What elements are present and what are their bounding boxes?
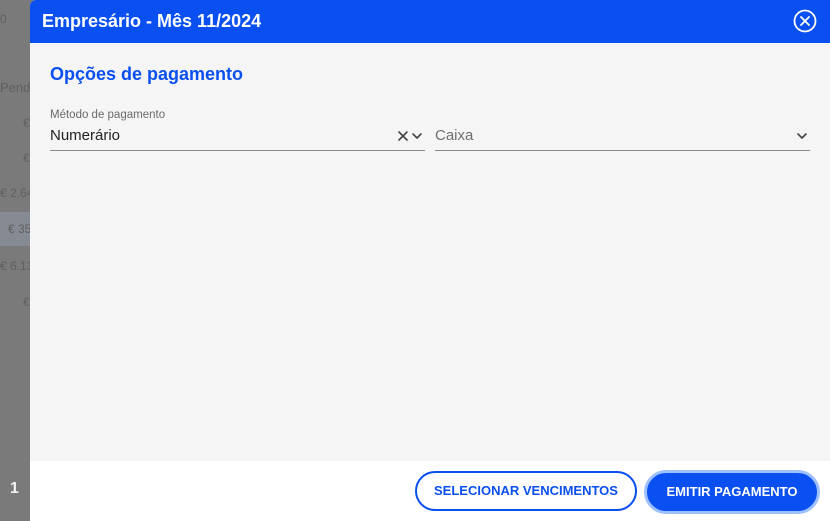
cash-account-placeholder: Caixa bbox=[435, 127, 474, 144]
select-due-dates-button[interactable]: SELECIONAR VENCIMENTOS bbox=[415, 471, 637, 511]
field-underline bbox=[50, 150, 425, 151]
background-cell: € 2.64 bbox=[0, 186, 34, 200]
background-cell: € bbox=[23, 295, 30, 309]
background-cell: € 35 bbox=[8, 222, 32, 236]
payment-method-label: Método de pagamento bbox=[50, 109, 166, 121]
background-cell: € bbox=[23, 151, 30, 165]
background-cell: € bbox=[23, 116, 30, 130]
field-underline bbox=[435, 150, 810, 151]
background-column-header: Pend bbox=[0, 80, 31, 95]
payment-method-select[interactable]: Método de pagamento Numerário bbox=[50, 109, 425, 151]
section-title: Opções de pagamento bbox=[50, 64, 244, 84]
modal-header: Empresário - Mês 11/2024 bbox=[30, 0, 830, 43]
close-icon[interactable] bbox=[793, 9, 817, 33]
payment-modal: Empresário - Mês 11/2024 Opções de pagam… bbox=[30, 0, 830, 521]
chevron-down-icon[interactable] bbox=[411, 129, 423, 141]
payment-method-value: Numerário bbox=[50, 127, 121, 144]
chevron-down-icon[interactable] bbox=[796, 129, 808, 141]
modal-footer: SELECIONAR VENCIMENTOS EMITIR PAGAMENTO bbox=[30, 461, 830, 521]
modal-title: Empresário - Mês 11/2024 bbox=[42, 11, 262, 31]
background-cell: € 6.13 bbox=[0, 259, 34, 273]
issue-payment-button[interactable]: EMITIR PAGAMENTO bbox=[644, 470, 820, 514]
clear-icon[interactable] bbox=[397, 129, 409, 141]
background-text: 0 bbox=[0, 12, 7, 26]
cash-account-select[interactable]: Caixa bbox=[435, 109, 810, 151]
background-page-number[interactable]: 1 bbox=[10, 480, 19, 498]
